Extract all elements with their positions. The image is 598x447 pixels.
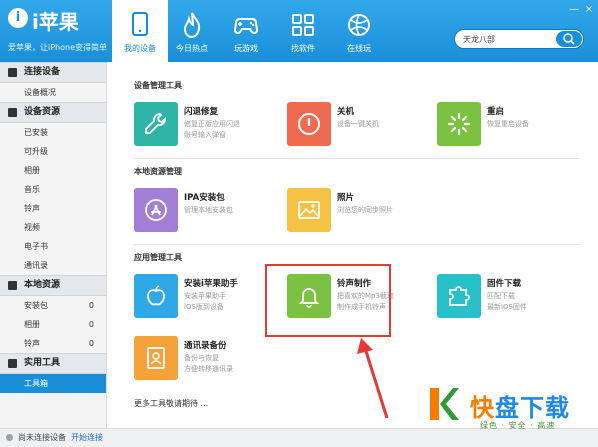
sidebar-section-local-resources[interactable]: 本地资源 xyxy=(0,275,106,296)
watermark-name-part1: 快 xyxy=(470,394,495,422)
sidebar-item-installed[interactable]: 已安装 xyxy=(0,123,106,142)
watermark-tagline: 绿色 · 安全 · 高速 xyxy=(480,421,556,430)
app-slogan: 爱苹果，让iPhone变得简单 xyxy=(8,43,108,52)
item-count: 0 xyxy=(88,320,94,329)
status-text: 尚未连接设备 xyxy=(18,433,66,442)
sidebar-item-ringtones[interactable]: 铃声 xyxy=(0,199,106,218)
item-label: 相册 xyxy=(24,320,40,329)
item-label: 可升级 xyxy=(24,147,48,156)
item-label: 铃声 xyxy=(24,339,40,348)
phone-icon xyxy=(8,108,17,117)
item-label: 已安装 xyxy=(24,128,48,137)
item-label: 相册 xyxy=(24,166,40,175)
apps-grid-icon xyxy=(292,14,314,36)
sidebar-item-music[interactable]: 音乐 xyxy=(0,180,106,199)
sidebar-item-device-overview[interactable]: 设备概况 xyxy=(0,83,106,102)
device-icon xyxy=(132,12,148,36)
sidebar: 连接设备 设备概况 设备资源 已安装 可升级 相册 音乐 铃声 视频 电子书 通… xyxy=(0,62,107,428)
main-content: 设备管理工具 闪退修复 修复正版应用闪退 账号输入弹窗 关机 设备一键关机 重启… xyxy=(107,62,598,428)
tab-hot-today[interactable]: 今日热点 xyxy=(164,0,220,62)
item-count: 0 xyxy=(88,339,94,348)
tab-label: 找软件 xyxy=(291,44,315,53)
item-label: 安装包 xyxy=(24,301,48,310)
section-title: 实用工具 xyxy=(24,358,61,368)
tab-find-apps[interactable]: 找软件 xyxy=(275,0,331,62)
phone-icon xyxy=(8,68,17,77)
item-count: 0 xyxy=(88,301,94,310)
tab-label: 玩游戏 xyxy=(234,44,258,53)
sidebar-item-upgradable[interactable]: 可升级 xyxy=(0,142,106,161)
item-label: 音乐 xyxy=(24,185,40,194)
flame-icon xyxy=(183,12,201,39)
item-label: 通讯录 xyxy=(24,261,48,270)
section-title: 连接设备 xyxy=(24,67,61,77)
item-label: 电子书 xyxy=(24,242,48,251)
tab-label: 在线玩 xyxy=(347,44,371,53)
item-label: 工具箱 xyxy=(24,379,48,388)
gamepad-icon xyxy=(233,18,259,35)
apple-logo-icon: i xyxy=(8,8,28,28)
sidebar-item-local-photos[interactable]: 相册 0 xyxy=(0,315,106,334)
tab-my-device[interactable]: 我的设备 xyxy=(112,0,168,62)
watermark: 快盘下载 绿色 · 安全 · 高速 xyxy=(420,380,598,446)
search-input[interactable] xyxy=(463,33,551,46)
tab-play-online[interactable]: 在线玩 xyxy=(331,0,387,62)
app-name: i苹果 xyxy=(32,10,79,34)
tab-label: 我的设备 xyxy=(124,44,156,53)
watermark-name: 快盘下载 xyxy=(470,388,570,423)
monitor-icon xyxy=(8,281,17,290)
connection-status-icon xyxy=(6,434,13,441)
sidebar-item-packages[interactable]: 安装包 0 xyxy=(0,296,106,315)
tab-games[interactable]: 玩游戏 xyxy=(218,0,274,62)
annotation-arrow-icon xyxy=(357,338,389,419)
section-title: 设备资源 xyxy=(24,107,61,117)
sidebar-section-device-resources[interactable]: 设备资源 xyxy=(0,102,106,123)
search-button[interactable] xyxy=(556,31,582,47)
more-tools-link[interactable]: 更多工具敬请期待 ... xyxy=(134,398,208,409)
top-bar: i i苹果 爱苹果，让iPhone变得简单 我的设备 今日热点 玩游戏 找软件 … xyxy=(0,0,598,62)
search-box xyxy=(454,29,584,49)
sidebar-item-photos[interactable]: 相册 xyxy=(0,161,106,180)
close-button[interactable]: × xyxy=(583,5,595,15)
watermark-name-part2: 盘下载 xyxy=(495,394,570,422)
section-title: 本地资源 xyxy=(24,280,61,290)
item-label: 铃声 xyxy=(24,204,40,213)
item-label: 视频 xyxy=(24,223,40,232)
sidebar-item-videos[interactable]: 视频 xyxy=(0,218,106,237)
connect-link[interactable]: 开始连接 xyxy=(71,432,103,443)
globe-icon xyxy=(348,14,370,36)
search-icon xyxy=(563,33,575,45)
sidebar-item-contacts[interactable]: 通讯录 xyxy=(0,256,106,275)
tab-label: 今日热点 xyxy=(176,44,208,53)
toolbox-icon xyxy=(8,359,17,368)
sidebar-item-local-ringtones[interactable]: 铃声 0 xyxy=(0,334,106,353)
minimize-button[interactable]: — xyxy=(568,5,580,15)
sidebar-section-connect[interactable]: 连接设备 xyxy=(0,62,106,83)
item-label: 设备概况 xyxy=(24,88,56,97)
k-logo-icon xyxy=(430,388,459,420)
sidebar-section-utilities[interactable]: 实用工具 xyxy=(0,353,106,374)
sidebar-item-ebooks[interactable]: 电子书 xyxy=(0,237,106,256)
sidebar-item-toolbox[interactable]: 工具箱 xyxy=(0,374,106,393)
